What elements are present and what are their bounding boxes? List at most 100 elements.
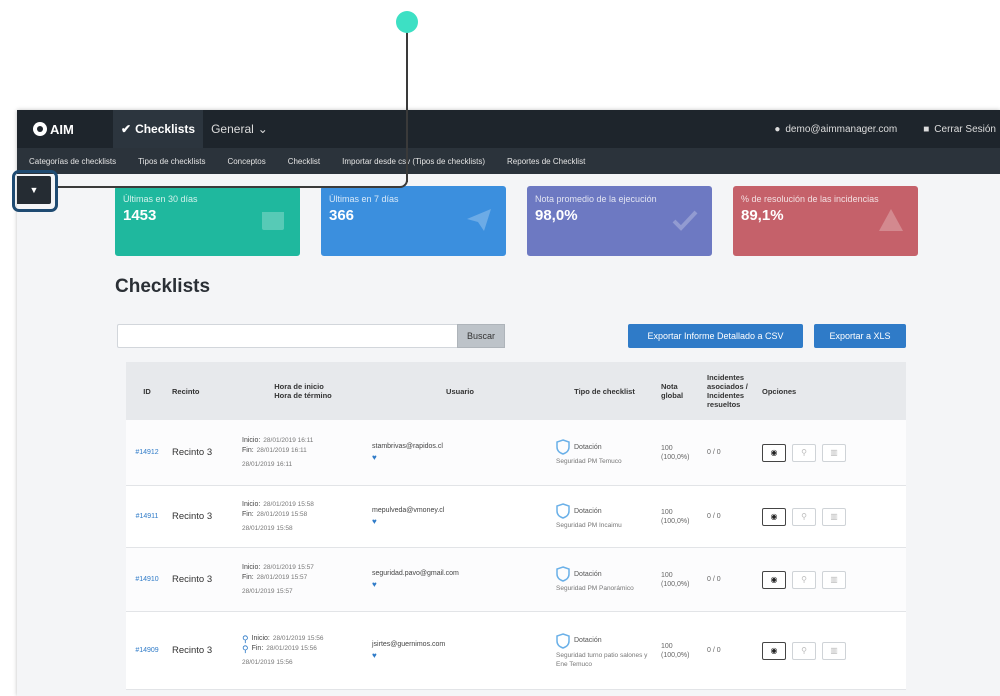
shield-icon [556,439,570,455]
col-nota[interactable]: Nota global [657,382,703,400]
table-row: #14911 Recinto 3 Inicio: 28/01/2019 15:58 Fi… [126,486,906,548]
export-csv-button[interactable]: Exportar Informe Detallado a CSV [628,324,803,348]
type-name: Dotación [574,637,602,644]
subnav-conceptos[interactable]: Conceptos [227,157,265,166]
subnav-importar[interactable]: Importar desde csv (Tipos de checklists) [342,157,485,166]
page-title: Checklists [115,276,211,297]
twitter-icon[interactable]: ♥ [372,517,377,526]
user-email-cell: jsirtes@guernimos.com [372,641,446,648]
magnifier-icon: ⚲ [801,448,807,457]
type-name: Dotación [574,443,602,451]
nav-general-label: General [211,122,254,136]
time-extra: 28/01/2019 15:57 [242,587,293,595]
view-button[interactable]: ◉ [762,507,786,526]
recinto-cell: Recinto 3 [172,447,213,458]
twitter-icon[interactable]: ♥ [372,453,377,462]
search-detail-button[interactable]: ⚲ [792,570,816,589]
user-email: demo@aimmanager.com [785,123,898,135]
trash-icon: ▥ [830,646,838,655]
callout-line [406,30,408,182]
twitter-icon[interactable]: ♥ [372,580,377,589]
checklist-id-link[interactable]: #14909 [135,647,158,654]
recinto-cell: Recinto 3 [172,645,213,656]
view-button[interactable]: ◉ [762,641,786,660]
paper-plane-icon [467,209,491,231]
user-menu[interactable]: ● demo@aimmanager.com [774,124,897,135]
stat-label: Últimas en 7 días [329,194,399,204]
type-name: Dotación [574,507,602,515]
end-time: 28/01/2019 16:11 [256,446,307,454]
col-incidentes[interactable]: Incidentes asociados / Incidentes resuel… [703,373,758,409]
end-time: 28/01/2019 15:57 [256,573,308,581]
table-header: ID Recinto Hora de inicio Hora de términ… [126,362,906,420]
subnav-tipos[interactable]: Tipos de checklists [138,157,205,166]
export-xls-button[interactable]: Exportar a XLS [814,324,906,348]
end-time: 28/01/2019 15:58 [256,510,308,518]
search-input[interactable] [117,324,457,348]
calendar-icon [262,212,284,230]
nota-cell: 100 (100,0%) [661,508,690,525]
checklist-id-link[interactable]: #14911 [136,513,159,520]
nav-general[interactable]: General ⌄ [203,110,276,148]
nota-cell: 100 (100,0%) [661,571,690,588]
search-detail-button[interactable]: ⚲ [792,443,816,462]
export-xls-label: Exportar a XLS [829,331,891,341]
user-email-cell: seguridad.pavo@gmail.com [372,570,459,577]
col-recinto[interactable]: Recinto [168,387,238,396]
col-id[interactable]: ID [126,387,168,396]
eye-icon: ◉ [770,646,778,655]
col-hora[interactable]: Hora de inicio Hora de término [238,382,368,400]
delete-button[interactable]: ▥ [822,641,846,660]
search-detail-button[interactable]: ⚲ [792,507,816,526]
checklist-id-link[interactable]: #14912 [135,449,158,456]
checklist-id-link[interactable]: #14910 [135,576,158,583]
twitter-icon[interactable]: ♥ [372,651,377,660]
map-pin-icon: ⚲ [242,633,249,644]
warning-icon [879,209,903,231]
checklists-table: ID Recinto Hora de inicio Hora de términ… [126,362,906,690]
view-button[interactable]: ◉ [762,443,786,462]
trash-icon: ▥ [830,448,838,457]
nota-cell: 100 (100,0%) [661,444,690,461]
type-subtitle: Seguridad PM Temuco [556,458,622,465]
subnav-categorias[interactable]: Categorías de checklists [29,157,116,166]
table-body: #14912 Recinto 3 Inicio: 28/01/2019 16:11 Fi… [126,420,906,690]
subnav-checklist[interactable]: Checklist [288,157,320,166]
nota-cell: 100 (100,0%) [661,642,690,659]
table-row: #14912 Recinto 3 Inicio: 28/01/2019 16:11 Fi… [126,420,906,486]
search-button[interactable]: Buscar [457,324,505,348]
stat-card-resolution: % de resolución de las incidencias 89,1% [733,186,918,256]
callout-line [55,186,400,188]
type-name: Dotación [574,570,602,578]
start-time: 28/01/2019 15:58 [263,500,314,508]
search-bar: Buscar [117,324,505,348]
table-row: #14910 Recinto 3 Inicio: 28/01/2019 15:57 Fi… [126,548,906,612]
col-opciones: Opciones [762,386,797,396]
delete-button[interactable]: ▥ [822,570,846,589]
logo-icon [33,122,47,136]
app-logo[interactable]: AIM [17,122,113,137]
stat-card-average: Nota promedio de la ejecución 98,0% [527,186,712,256]
magnifier-icon: ⚲ [801,575,807,584]
type-subtitle: Seguridad turno patio salones y Ene Temu… [556,651,648,668]
user-email-cell: mepulveda@vmoney.cl [372,507,445,514]
logout-button[interactable]: ■ Cerrar Sesión [923,124,996,135]
incidents-cell: 0 / 0 [707,576,721,583]
delete-button[interactable]: ▥ [822,507,846,526]
stat-label: Últimas en 30 días [123,194,198,204]
search-detail-button[interactable]: ⚲ [792,641,816,660]
sub-navbar: Categorías de checklists Tipos de checkl… [17,148,1000,174]
trash-icon: ▥ [830,512,838,521]
check-icon: ✔ [121,122,132,136]
stat-card-30-days: Últimas en 30 días 1453 [115,186,300,256]
view-button[interactable]: ◉ [762,570,786,589]
subnav-reportes[interactable]: Reportes de Checklist [507,157,585,166]
time-extra: 28/01/2019 15:56 [242,658,293,666]
nav-checklists[interactable]: ✔ Checklists [113,110,204,148]
type-subtitle: Seguridad PM Panorámico [556,585,634,592]
delete-button[interactable]: ▥ [822,443,846,462]
col-usuario[interactable]: Usuario [368,387,552,396]
shield-icon [556,632,570,649]
col-tipo[interactable]: Tipo de checklist [552,387,657,396]
stat-label: % de resolución de las incidencias [741,194,879,204]
